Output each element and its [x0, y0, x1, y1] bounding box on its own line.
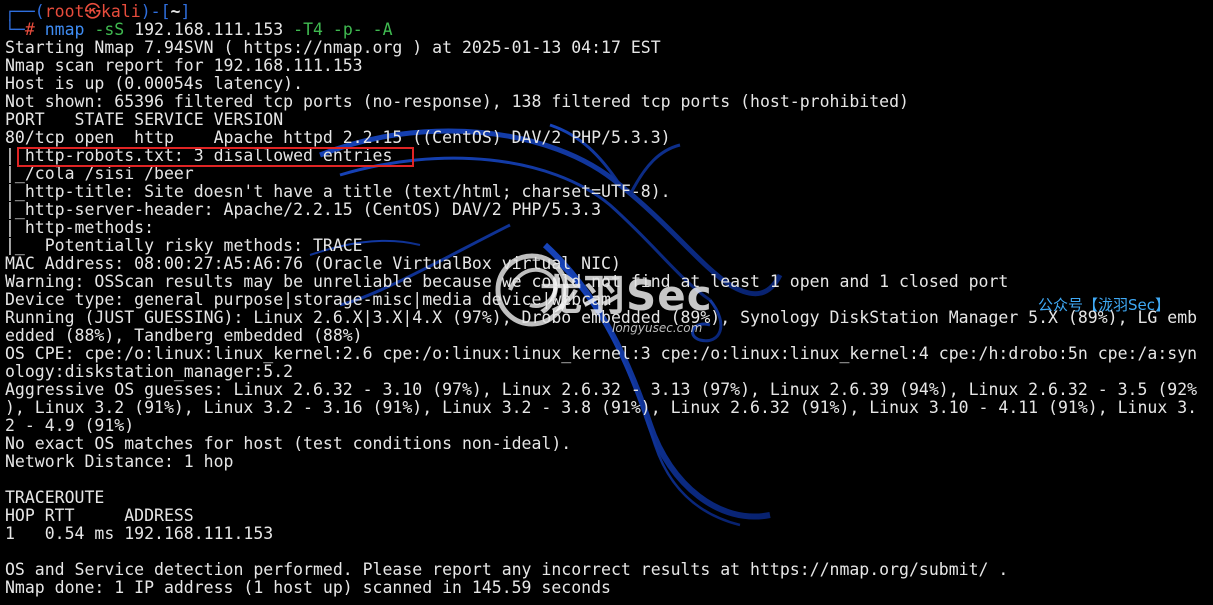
output-line: Nmap scan report for 192.168.111.153 — [5, 56, 363, 75]
output-line: | http-methods: — [5, 218, 155, 237]
output-line: Warning: OSScan results may be unreliabl… — [5, 272, 1009, 291]
command-name: nmap — [44, 20, 85, 39]
prompt-frame-bottom: └─ — [5, 20, 25, 39]
output-line: Network Distance: 1 hop — [5, 452, 234, 471]
command-flag-aggressive: -A — [372, 20, 393, 39]
output-line: MAC Address: 08:00:27:A5:A6:76 (Oracle V… — [5, 254, 621, 273]
output-line: OS and Service detection performed. Plea… — [5, 560, 1009, 579]
prompt-dir: ~ — [170, 2, 181, 21]
output-line: 2 - 4.9 (91%) — [5, 416, 135, 435]
output-line: Starting Nmap 7.94SVN ( https://nmap.org… — [5, 38, 661, 57]
output-line: No exact OS matches for host (test condi… — [5, 434, 572, 453]
prompt-hash: # — [24, 20, 45, 39]
prompt-frame-top: ┌──( — [5, 2, 45, 21]
terminal-output[interactable]: ┌──(root㉿kali)-[~] └─# nmap -sS 192.168.… — [5, 3, 1197, 597]
command-target: 192.168.111.153 — [134, 20, 284, 39]
output-line: Not shown: 65396 filtered tcp ports (no-… — [5, 92, 909, 111]
output-line: Running (JUST GUESSING): Linux 2.6.X|3.X… — [5, 308, 1198, 327]
output-line: Nmap done: 1 IP address (1 host up) scan… — [5, 578, 611, 597]
output-line: ology:diskstation_manager:5.2 — [5, 362, 294, 381]
robots-highlight-box — [17, 147, 414, 167]
output-line: Aggressive OS guesses: Linux 2.6.32 - 3.… — [5, 380, 1198, 399]
output-line: OS CPE: cpe:/o:linux:linux_kernel:2.6 cp… — [5, 344, 1198, 363]
output-line: ), Linux 3.2 (91%), Linux 3.2 - 3.16 (91… — [5, 398, 1198, 417]
command-line[interactable]: └─# nmap -sS 192.168.111.153 -T4 -p- -A — [5, 21, 1197, 39]
command-flag-scan: -sS — [94, 20, 125, 39]
terminal-window[interactable]: 龙羽Sec longyusec.com 公众号【泷羽Sec】 ┌──(root㉿… — [0, 0, 1213, 605]
output-line: TRACEROUTE — [5, 488, 105, 507]
output-line: edded (88%), Tandberg embedded (88%) — [5, 326, 363, 345]
output-line: PORT STATE SERVICE VERSION — [5, 110, 284, 129]
prompt-line: ┌──(root㉿kali)-[~] — [5, 3, 1197, 21]
output-line: Device type: general purpose|storage-mis… — [5, 290, 611, 309]
output-line: |_/cola /sisi /beer — [5, 164, 194, 183]
output-line: Host is up (0.00054s latency). — [5, 74, 304, 93]
output-line: |_ Potentially risky methods: TRACE — [5, 236, 363, 255]
command-flag-ports: -p- — [332, 20, 363, 39]
output-line: HOP RTT ADDRESS — [5, 506, 194, 525]
prompt-frame-mid: )-[ — [140, 2, 171, 21]
command-flag-timing: -T4 — [293, 20, 323, 39]
prompt-user: root㉿kali — [44, 2, 141, 21]
output-line: 1 0.54 ms 192.168.111.153 — [5, 524, 274, 543]
prompt-frame-end: ] — [180, 2, 191, 21]
output-line: |_http-title: Site doesn't have a title … — [5, 182, 671, 201]
output-line: |_http-server-header: Apache/2.2.15 (Cen… — [5, 200, 602, 219]
output-line: 80/tcp open http Apache httpd 2.2.15 ((C… — [5, 128, 671, 147]
